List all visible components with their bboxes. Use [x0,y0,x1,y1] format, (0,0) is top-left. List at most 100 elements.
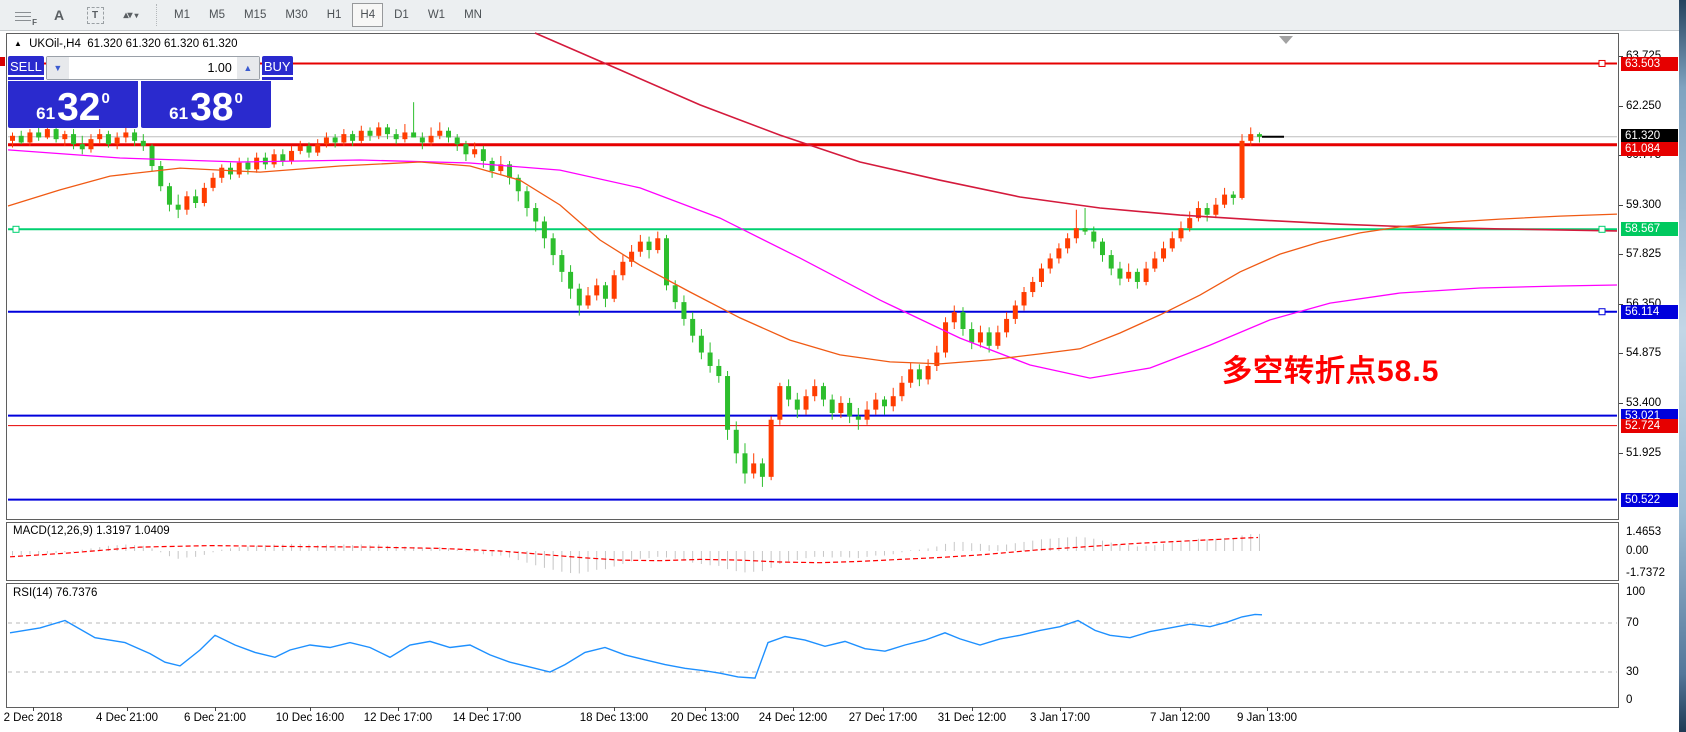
timeframe-button-mn[interactable]: MN [456,3,490,27]
time-axis-tick [487,707,488,711]
time-axis-tick [1180,707,1181,711]
macd-axis-label: 1.4653 [1626,526,1661,538]
price-line-badge: 56.114 [1621,305,1678,319]
macd-pane[interactable] [6,522,1619,581]
macd-indicator-label: MACD(12,26,9) 1.3197 1.0409 [13,525,170,537]
price-tick-label: 57.825 [1626,248,1661,260]
text-box-tool-button[interactable]: T [80,3,110,27]
time-axis-tick [705,707,706,711]
time-axis-label: 31 Dec 12:00 [938,712,1006,724]
price-line-badge: 52.724 [1621,419,1678,433]
timeframe-button-h1[interactable]: H1 [319,3,350,27]
price-tick-mark [1619,453,1623,454]
time-axis-label: 9 Jan 13:00 [1237,712,1297,724]
arrow-style-tool-button[interactable]: ▴▾ ▾ [116,3,146,27]
time-axis-tick [215,707,216,711]
timeframe-button-h4[interactable]: H4 [352,3,383,27]
price-tick-label: 59.300 [1626,199,1661,211]
macd-axis-label: -1.7372 [1626,567,1665,579]
time-axis-tick [614,707,615,711]
fibonacci-grid-tool-button[interactable]: F [8,3,38,27]
timeframe-button-m1[interactable]: M1 [166,3,198,27]
spinner-down-icon: ▼ [53,63,62,73]
chart-text-annotation: 多空转折点58.5 [1222,346,1439,390]
time-axis-label: 12 Dec 17:00 [364,712,432,724]
timeframe-button-group: M1M5M15M30H1H4D1W1MN [166,3,493,27]
timeframe-button-m30[interactable]: M30 [277,3,315,27]
time-axis-label: 2 Dec 2018 [4,712,63,724]
rsi-pane[interactable] [6,583,1619,708]
text-label-tool-button[interactable]: A [44,3,74,27]
buy-price-sup: 0 [234,91,242,106]
rsi-axis-label: 30 [1626,666,1639,678]
time-axis-label: 18 Dec 13:00 [580,712,648,724]
sell-price-small: 61 [36,105,55,122]
text-label-icon: A [54,7,64,23]
macd-axis-label: 0.00 [1626,545,1648,557]
price-tick-label: 51.925 [1626,447,1661,459]
sell-price-big: 32 [57,92,100,124]
price-line-badge: 58.567 [1621,222,1678,236]
buy-price-tile[interactable]: 61 38 0 [141,81,271,128]
price-line-badge: 61.084 [1621,142,1678,156]
chart-title: ▲ UKOil-,H4 61.320 61.320 61.320 61.320 [14,38,238,50]
time-axis-tick [310,707,311,711]
chevron-down-icon: ▾ [135,11,139,20]
price-tick-label: 53.400 [1626,397,1661,409]
time-axis-tick [883,707,884,711]
symbol-name: UKOil-,H4 [29,38,81,50]
ohlc-quotes: 61.320 61.320 61.320 61.320 [87,38,237,50]
rsi-indicator-label: RSI(14) 76.7376 [13,587,97,599]
time-axis-label: 7 Jan 12:00 [1150,712,1210,724]
price-line-badge: 63.503 [1621,57,1678,71]
toolbar: F A T ▴▾ ▾ M1M5M15M30H1H4D1W1MN [0,0,1686,31]
price-tick-label: 62.250 [1626,100,1661,112]
price-line-badge: 61.320 [1621,129,1678,143]
time-axis-tick [127,707,128,711]
time-axis-label: 3 Jan 17:00 [1030,712,1090,724]
toolbar-divider [156,4,158,26]
time-axis-label: 14 Dec 17:00 [453,712,521,724]
timeframe-button-w1[interactable]: W1 [420,3,453,27]
symbol-arrow-icon: ▲ [14,39,22,48]
volume-input[interactable] [69,57,237,79]
timeframe-button-m5[interactable]: M5 [201,3,233,27]
price-tick-mark [1619,106,1623,107]
time-axis-tick [793,707,794,711]
arrow-style-icon: ▴▾ [123,10,131,21]
time-axis-label: 27 Dec 17:00 [849,712,917,724]
window-edge-scrollbar [1679,0,1686,732]
time-axis-label: 6 Dec 21:00 [184,712,246,724]
buy-button[interactable]: BUY [262,56,293,80]
sell-price-sup: 0 [101,91,109,106]
time-axis-tick [398,707,399,711]
time-axis-tick [33,707,34,711]
price-tick-label: 54.875 [1626,347,1661,359]
chart-shift-marker-icon [1279,36,1293,44]
rsi-axis-label: 100 [1626,586,1645,598]
sell-button[interactable]: SELL [8,56,44,80]
price-line-badge: 50.522 [1621,493,1678,507]
fibonacci-grid-icon: F [15,9,31,21]
left-edge-line-handle [0,57,5,66]
time-axis-label: 24 Dec 12:00 [759,712,827,724]
time-axis-tick [972,707,973,711]
buy-price-small: 61 [169,105,188,122]
price-tick-mark [1619,403,1623,404]
volume-decrease-button[interactable]: ▼ [47,57,69,79]
price-tick-mark [1619,353,1623,354]
price-tick-mark [1619,205,1623,206]
time-axis-label: 4 Dec 21:00 [96,712,158,724]
spinner-up-icon: ▲ [243,63,252,73]
price-tick-mark [1619,254,1623,255]
time-axis-tick [1267,707,1268,711]
buy-price-big: 38 [190,92,233,124]
text-box-icon: T [87,7,104,24]
timeframe-button-d1[interactable]: D1 [386,3,417,27]
volume-increase-button[interactable]: ▲ [237,57,259,79]
rsi-axis-label: 70 [1626,617,1639,629]
sell-price-tile[interactable]: 61 32 0 [8,81,138,128]
one-click-trade-panel: SELL ▼ ▲ BUY 61 32 0 61 38 0 [8,56,271,128]
time-axis-tick [1060,707,1061,711]
timeframe-button-m15[interactable]: M15 [236,3,274,27]
